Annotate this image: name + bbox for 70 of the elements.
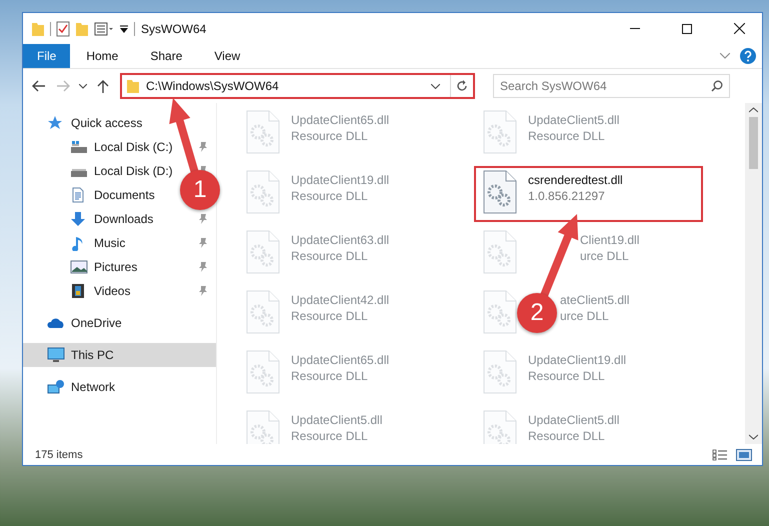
file-detail: Resource DLL	[291, 249, 369, 263]
folder-icon	[126, 78, 140, 94]
window-title: SysWOW64	[141, 22, 208, 36]
large-icons-view-icon[interactable]	[736, 448, 752, 460]
dll-file-icon	[482, 170, 518, 214]
sidebar-item[interactable]: Pictures	[70, 255, 138, 279]
file-name: ateClient5.dll	[560, 293, 630, 307]
network-icon	[47, 379, 65, 395]
search-icon	[711, 80, 723, 92]
item-count: 175 items	[35, 448, 84, 460]
minimize-icon	[630, 28, 640, 29]
sidebar-item[interactable]: Local Disk (D:)	[70, 159, 173, 183]
address-bar[interactable]: C:\Windows\SysWOW64	[120, 73, 475, 99]
forward-arrow-icon	[56, 80, 70, 92]
up-arrow-icon	[97, 79, 109, 93]
file-name: UpdateClient19.dll	[528, 353, 626, 367]
file-name: UpdateClient5.dll	[291, 413, 382, 427]
file-menu-tab[interactable]: File	[23, 44, 70, 68]
close-icon	[734, 23, 744, 34]
ribbon-tab[interactable]: Home	[70, 44, 134, 68]
highlighted-file-item[interactable]: csrenderedtest.dll 1.0.856.21297	[474, 166, 703, 222]
sidebar-item[interactable]: Quick access	[47, 111, 142, 135]
sidebar-item[interactable]: This PC	[23, 343, 216, 367]
details-view-icon[interactable]	[712, 448, 728, 460]
file-detail: Resource DLL	[291, 429, 369, 443]
file-name: UpdateClient42.dll	[291, 293, 390, 307]
sidebar-item[interactable]: Music	[70, 231, 126, 255]
sidebar-item[interactable]: Documents	[70, 183, 155, 207]
file-detail: Resource DLL	[528, 429, 606, 443]
help-icon[interactable]	[740, 48, 756, 64]
file-name: UpdateClient63.dll	[291, 233, 390, 247]
pictures-icon	[70, 259, 88, 275]
scroll-up-icon[interactable]	[749, 107, 758, 113]
file-detail: Resource DLL	[291, 309, 369, 323]
file-name: csrenderedtest.dll	[528, 173, 623, 187]
maximize-icon	[682, 24, 692, 34]
file-name: UpdateClient19.dll	[291, 173, 390, 187]
ribbon-tab[interactable]: Share	[134, 44, 198, 68]
expand-ribbon-caret-icon[interactable]	[720, 53, 730, 59]
sidebar-item[interactable]: Downloads	[70, 207, 154, 231]
file-name: UpdateClient65.dll	[291, 113, 390, 127]
caret-icon	[79, 84, 87, 88]
pc-icon	[47, 347, 65, 363]
disk-c-icon	[70, 139, 88, 155]
properties-icon[interactable]	[94, 22, 114, 36]
file-detail: Resource DLL	[291, 129, 369, 143]
file-detail: Resource DLL	[291, 369, 369, 383]
ribbon-tab[interactable]: View	[198, 44, 256, 68]
scrollbar[interactable]	[745, 103, 762, 444]
scrollbar-thumb[interactable]	[749, 117, 758, 169]
sidebar-item[interactable]: Network	[47, 375, 116, 399]
file-detail: Resource DLL	[528, 129, 606, 143]
customize-caret-icon[interactable]	[119, 24, 129, 34]
file-detail: Resource DLL	[528, 369, 606, 383]
search-field[interactable]: Search SysWOW64	[493, 74, 730, 98]
sidebar-item[interactable]: Local Disk (C:)	[70, 135, 173, 159]
file-detail: urce DLL	[560, 309, 610, 323]
file-detail: urce DLL	[580, 249, 630, 263]
scroll-down-icon[interactable]	[749, 434, 758, 440]
checklist-icon[interactable]	[56, 20, 70, 36]
file-detail: 1.0.856.21297	[528, 189, 606, 203]
file-name: UpdateClient5.dll	[528, 113, 620, 127]
sidebar-item[interactable]: OneDrive	[47, 311, 122, 335]
file-detail: Resource DLL	[291, 189, 369, 203]
sidebar-item[interactable]: Videos	[70, 279, 130, 303]
back-arrow-icon	[32, 80, 46, 92]
file-name: UpdateClient65.dll	[291, 353, 390, 367]
file-name: Client19.dll	[580, 233, 640, 247]
file-name: UpdateClient5.dll	[528, 413, 620, 427]
downloads-icon	[70, 211, 88, 227]
